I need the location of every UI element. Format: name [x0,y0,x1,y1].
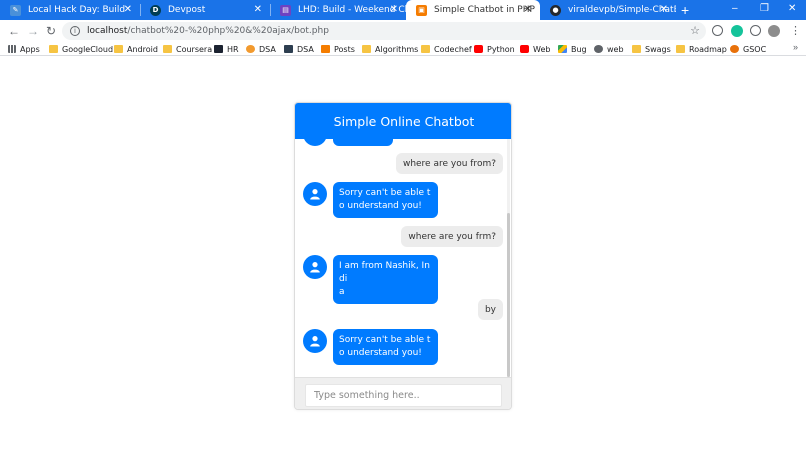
youtube-icon [474,45,483,53]
tab-simple-chatbot[interactable]: ▣ Simple Chatbot in PHP ✕ [406,0,540,20]
bot-message-text: Sorry can't be able to understand you! [333,182,438,218]
bookmark-roadmap[interactable]: Roadmap [676,43,727,55]
bookmark-dsa[interactable]: DSA [246,43,276,55]
bot-avatar [303,139,327,146]
bookmark-algorithms[interactable]: Algorithms [362,43,418,55]
bookmarks-overflow-button[interactable]: » [793,42,798,52]
bookmark-codechef[interactable]: Codechef [421,43,472,55]
bookmark-star-icon[interactable]: ☆ [690,24,700,37]
close-icon[interactable]: ✕ [524,4,532,15]
bot-message: Sorry can't be able to understand you! [303,182,438,218]
tab-github-repo[interactable]: ● viraldevpb/Simple-ChatBot: Th ✕ [540,0,676,20]
new-tab-button[interactable]: + [681,2,689,18]
bookmark-web[interactable]: Web [520,43,550,55]
folder-icon [421,45,430,53]
bookmark-python[interactable]: Python [474,43,515,55]
close-window-button[interactable]: ✕ [788,3,796,14]
url-path: /chatbot%20-%20php%20&%20ajax/bot.php [127,26,329,36]
bookmark-posts[interactable]: Posts [321,43,355,55]
bot-message: I am from Nashik, Indi a [303,255,438,304]
folder-icon [632,45,641,53]
user-message: where are you from? [395,153,503,174]
extension-icon[interactable] [712,25,723,36]
github-icon: ● [550,4,561,16]
chat-message-input[interactable] [305,384,502,407]
chat-footer [295,377,511,409]
user-message: where are you frm? [401,226,503,247]
minimize-button[interactable]: – [732,3,738,14]
info-icon[interactable]: i [70,26,80,36]
bookmark-hr[interactable]: HR [214,43,239,55]
bot-message: Sorry can't be able to understand you! [303,329,438,365]
forward-button[interactable]: → [27,23,39,39]
bookmark-apps[interactable]: Apps [8,43,40,55]
bookmark-bug[interactable]: Bug [558,43,587,55]
dsa-icon [246,45,255,53]
chat-messages[interactable]: where are you from? Sorry can't be able … [295,139,511,377]
bookmark-android[interactable]: Android [114,43,158,55]
tab-lhd-build[interactable]: ▤ LHD: Build - Weekend Challenge ✕ [270,0,406,20]
blogger-icon [321,45,330,53]
chat-header: Simple Online Chatbot [295,103,511,139]
bookmark-web-2[interactable]: web [594,43,624,55]
close-icon[interactable]: ✕ [660,4,668,15]
close-icon[interactable]: ✕ [124,4,132,15]
hackerrank-icon [214,45,223,53]
folder-icon [49,45,58,53]
bookmark-coursera[interactable]: Coursera [163,43,212,55]
chatbot-window: Simple Online Chatbot where are you from… [294,102,512,410]
user-avatar-icon [303,329,327,353]
google-drive-icon [558,45,567,53]
user-message: by [477,299,503,320]
folder-icon [163,45,172,53]
folder-icon [676,45,685,53]
profile-avatar[interactable] [768,25,780,37]
tab-local-hack-day[interactable]: ✎ Local Hack Day: Build ✕ [0,0,140,20]
lhd-icon: ▤ [280,4,291,16]
grammarly-icon[interactable] [731,25,743,37]
gsoc-icon [730,45,739,53]
extension-gear-icon[interactable] [750,25,761,36]
globe-icon [594,45,603,53]
devpost-icon: D [150,4,161,16]
dsa-book-icon [284,45,293,53]
bookmark-dsa-book[interactable]: DSA [284,43,314,55]
user-avatar-icon [303,182,327,206]
bookmark-gsoc[interactable]: GSOC [730,43,766,55]
maximize-button[interactable]: ❐ [760,3,769,14]
bot-message-text: Sorry can't be able to understand you! [333,329,438,365]
back-button[interactable]: ← [8,23,20,39]
close-icon[interactable]: ✕ [254,4,262,15]
menu-kebab-icon[interactable]: ⋮ [790,23,801,39]
tab-strip: ✎ Local Hack Day: Build ✕ D Devpost ✕ ▤ … [0,0,806,20]
php-chatbot-icon: ▣ [416,4,427,16]
chat-scrollbar[interactable] [507,139,510,377]
reload-button[interactable]: ↻ [46,23,56,39]
local-hack-day-icon: ✎ [10,4,21,16]
bookmark-googlecloud[interactable]: GoogleCloud [49,43,113,55]
bot-message-partial [333,139,393,146]
folder-icon [114,45,123,53]
close-icon[interactable]: ✕ [390,4,398,15]
bot-message-text: I am from Nashik, Indi a [333,255,438,304]
tab-devpost[interactable]: D Devpost ✕ [140,0,270,20]
scrollbar-thumb[interactable] [507,213,510,377]
apps-grid-icon [8,45,16,53]
browser-toolbar: ← → ↻ i localhost /chatbot%20-%20php%20&… [0,20,806,42]
bookmark-swags[interactable]: Swags [632,43,671,55]
user-avatar-icon [303,255,327,279]
address-bar[interactable]: i localhost /chatbot%20-%20php%20&%20aja… [62,22,706,40]
folder-icon [362,45,371,53]
youtube-icon [520,45,529,53]
bookmarks-bar: Apps GoogleCloud Android Coursera HR DSA… [0,42,806,56]
url-host: localhost [87,26,128,36]
